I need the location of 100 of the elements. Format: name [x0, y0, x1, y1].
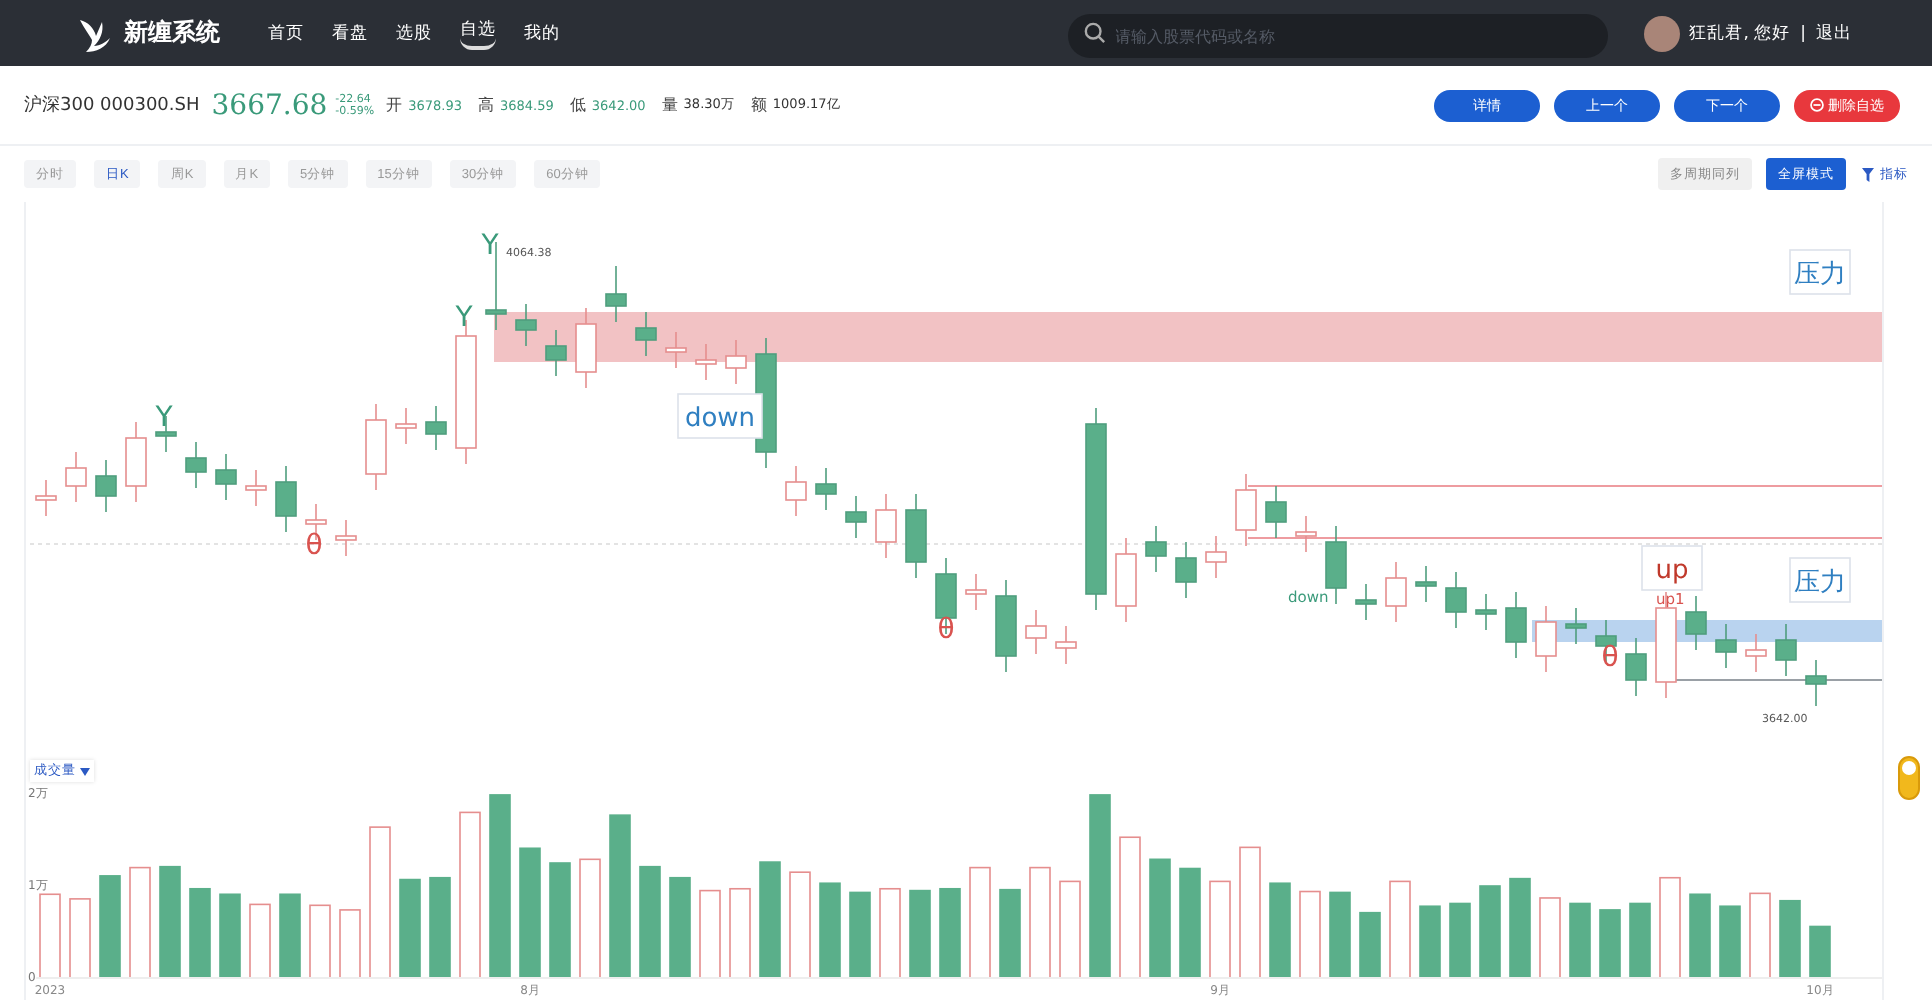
callout-label: down: [677, 393, 763, 439]
volume-bar: [39, 893, 61, 979]
volume-bar: [759, 861, 781, 979]
signal-mark: θ: [305, 530, 323, 562]
candlestick: [1265, 485, 1287, 539]
candlestick: [605, 265, 627, 323]
candlestick: [245, 469, 267, 507]
stat-label: 开: [386, 94, 403, 116]
caret-icon: [80, 767, 90, 775]
volume-bar: [309, 904, 331, 979]
candlestick: [275, 465, 297, 533]
brand-name: 新缠系统: [124, 16, 220, 50]
candlestick: [1145, 525, 1167, 573]
callout-label: 压力: [1789, 557, 1851, 603]
volume-bar: [909, 889, 931, 979]
separator-text: |: [1800, 23, 1806, 43]
minus-circle-icon: [1810, 98, 1824, 112]
candlestick: [1355, 583, 1377, 621]
candlestick: [665, 331, 687, 369]
volume-bar: [1479, 885, 1501, 979]
candlestick: [545, 329, 567, 377]
volume-bar: [999, 888, 1021, 979]
volume-bar: [1539, 897, 1561, 979]
volume-bar: [1269, 882, 1291, 979]
volume-bar: [219, 893, 241, 979]
avatar[interactable]: [1643, 15, 1680, 51]
stock-price: 3667.68: [211, 89, 328, 121]
signal-mark: Y: [155, 402, 173, 434]
candlestick: [815, 467, 837, 511]
nav-link[interactable]: 选股: [396, 21, 432, 45]
stat-label: 量: [661, 94, 678, 116]
candlestick: [65, 451, 87, 503]
signal-mark: θ: [1601, 642, 1619, 674]
volume-bar: [1329, 891, 1351, 979]
volume-bar: [1719, 905, 1741, 979]
volume-bar: [1149, 858, 1171, 979]
callout-label: 压力: [1789, 249, 1851, 295]
volume-bar: [1509, 877, 1531, 979]
callout-label: up: [1641, 545, 1703, 591]
volume-bar: [1389, 880, 1411, 979]
candlestick: [1025, 609, 1047, 655]
candlestick: [1745, 633, 1767, 673]
volume-bar: [549, 862, 571, 979]
signal-mark: θ: [937, 614, 955, 646]
candlestick: [1535, 605, 1557, 673]
volume-bar: [1059, 880, 1081, 979]
volume-bar: [579, 858, 601, 979]
signal-mark: Y: [481, 230, 499, 262]
volume-bar: [69, 898, 91, 979]
candlestick: [1685, 595, 1707, 651]
volume-bar: [249, 903, 271, 979]
volume-bar: [669, 876, 691, 979]
nav-link[interactable]: 首页: [268, 21, 304, 45]
volume-bar: [879, 887, 901, 979]
candlestick: [695, 343, 717, 381]
volume-bar: [159, 865, 181, 979]
candlestick: [365, 403, 387, 491]
candlestick: [1415, 565, 1437, 603]
candlestick: [995, 579, 1017, 673]
signal-mark: Y: [455, 302, 473, 334]
volume-bar: [1569, 902, 1591, 979]
stock-name: 沪深300 000300.SH: [24, 93, 200, 118]
nav-link[interactable]: 看盘: [332, 21, 368, 45]
volume-bar: [129, 866, 151, 979]
volume-bar: [969, 866, 991, 979]
candlestick: [335, 519, 357, 557]
candlestick: [1325, 525, 1347, 605]
volume-bar: [939, 887, 961, 979]
candlestick: [1445, 571, 1467, 629]
candlestick: [425, 405, 447, 451]
volume-bar: [399, 878, 421, 979]
volume-bar: [819, 882, 841, 979]
volume-bar: [1599, 909, 1621, 979]
candlestick: [1235, 473, 1257, 547]
volume-bar: [1809, 925, 1831, 979]
volume-bar: [729, 887, 751, 979]
logout-link[interactable]: 退出: [1816, 21, 1852, 45]
candlestick: [185, 441, 207, 489]
volume-bar: [429, 876, 451, 979]
candlestick: [905, 493, 927, 579]
nav-link[interactable]: 自选: [460, 17, 496, 49]
volume-bar: [1749, 892, 1771, 979]
candlestick: [1475, 593, 1497, 631]
stat-label: 额: [750, 94, 767, 116]
funnel-icon[interactable]: [1862, 167, 1874, 181]
candlestick: [1055, 625, 1077, 665]
scroll-handle-icon[interactable]: [1897, 756, 1919, 800]
candlestick: [1115, 537, 1137, 623]
volume-bar: [1119, 836, 1141, 979]
candlestick: [1595, 619, 1617, 663]
candlestick: [875, 493, 897, 559]
nav-link[interactable]: 我的: [524, 21, 560, 45]
volume-bar: [279, 893, 301, 979]
volume-bar: [1239, 846, 1261, 979]
volume-bar: [1299, 890, 1321, 979]
volume-bar: [849, 891, 871, 979]
search-field[interactable]: 请输入股票代码或名称: [1067, 14, 1608, 58]
volume-bar: [789, 871, 811, 979]
candlestick: [575, 307, 597, 389]
volume-bar: [1779, 899, 1801, 979]
